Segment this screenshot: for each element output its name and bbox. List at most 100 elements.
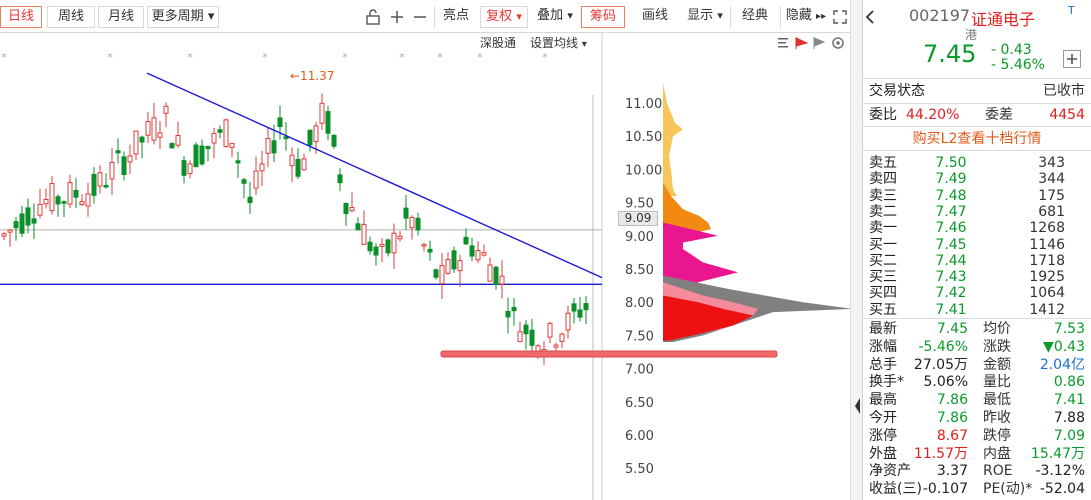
sell-level-row[interactable]: 卖三 7.48 175 xyxy=(869,187,1087,205)
minus-icon[interactable] xyxy=(409,6,431,28)
gear-icon[interactable] xyxy=(832,37,844,49)
l2-link[interactable]: 购买L2查看十档行情 xyxy=(863,128,1091,148)
candle-body xyxy=(565,312,571,331)
diejia-label: 叠加 xyxy=(537,8,564,23)
candle-body xyxy=(493,266,499,286)
candle-body xyxy=(367,241,373,252)
weibi-label: 委比 xyxy=(869,107,897,123)
price-tick-label: 10.50 xyxy=(625,130,662,145)
set-ma-dropdown[interactable]: 设置均线 ▾ xyxy=(530,34,587,51)
stat-value: -52.04 xyxy=(1039,481,1085,498)
double-chevron-right-icon: ▸▸ xyxy=(816,11,827,22)
stat-label: 昨收 xyxy=(983,410,1011,426)
candle-body xyxy=(421,244,427,247)
chevron-down-icon: ▾ xyxy=(717,9,723,22)
chart-toolbar: 日线 周线 月线 更多周期 ▾ 亮点 复权 ▾ 叠加 ▾ 筹码 画线 显示 ▾ xyxy=(0,0,858,33)
xianshi-dropdown[interactable]: 显示 ▾ xyxy=(682,6,728,28)
kline-svg: * * * * * * * * * 11.00 10.50 10.00 9.50 9.00 8.50 8.00… xyxy=(0,33,850,500)
candle-body xyxy=(319,102,325,124)
panel-collapse-handle[interactable] xyxy=(850,0,862,500)
candle-body xyxy=(43,198,49,205)
quote-panel: 002197 证通电子 T 港 7.45 - 0.43 - 5.46% 交易状态… xyxy=(862,0,1091,500)
sell-level-row[interactable]: 卖二 7.47 681 xyxy=(869,203,1087,221)
flag-gray-icon[interactable] xyxy=(813,37,826,49)
flag-red-icon[interactable] xyxy=(795,37,809,49)
prev-stock-icon[interactable] xyxy=(865,10,875,28)
buy-level-row[interactable]: 买一 7.45 1146 xyxy=(869,236,1087,254)
buy-level-row[interactable]: 买四 7.42 1064 xyxy=(869,284,1087,302)
unlock-icon[interactable] xyxy=(362,6,384,28)
stat-label: 跌停 xyxy=(983,427,1011,444)
candle-body xyxy=(103,184,109,188)
stat-row: 最高 7.86 最低 7.41 xyxy=(869,391,1087,409)
current-price-label: 9.09 xyxy=(618,211,658,226)
candle-body xyxy=(235,160,241,164)
jingdian-button[interactable]: 经典 xyxy=(734,6,776,28)
candle-body xyxy=(499,275,505,285)
diejia-dropdown[interactable]: 叠加 ▾ xyxy=(532,6,578,28)
more-period-dropdown[interactable]: 更多周期 ▾ xyxy=(147,6,219,28)
trade-status-value: 已收市 xyxy=(1043,83,1085,99)
candle-body xyxy=(349,206,355,212)
bars-icon[interactable] xyxy=(778,38,788,48)
candle-body xyxy=(331,134,337,147)
liangdian-button[interactable]: 亮点 xyxy=(436,6,476,28)
level-label: 卖五 xyxy=(869,155,897,171)
stat-value: ▼0.43 xyxy=(1043,338,1085,355)
level-label: 买一 xyxy=(869,236,897,253)
event-marker: * xyxy=(437,51,443,64)
stat-value: 7.45 xyxy=(936,321,968,337)
candle-body xyxy=(1,233,7,237)
sell-level-row[interactable]: 卖一 7.46 1268 xyxy=(869,219,1087,237)
chouma-button[interactable]: 筹码 xyxy=(581,6,625,28)
buy-level-row[interactable]: 买二 7.44 1718 xyxy=(869,252,1087,270)
candle-body xyxy=(571,303,577,312)
candle-body xyxy=(487,264,493,282)
stat-value: 5.06% xyxy=(923,374,968,391)
stat-label: 今开 xyxy=(869,410,897,426)
level-volume: 1064 xyxy=(1029,285,1065,302)
huaxian-button[interactable]: 画线 xyxy=(634,6,676,28)
candle-body xyxy=(91,173,97,196)
candle-body xyxy=(49,183,55,212)
stat-row: 涨幅 -5.46% 涨跌 ▼0.43 xyxy=(869,338,1087,356)
stat-row: 净资产 3.37 ROE -3.12% xyxy=(869,462,1087,480)
sell-level-row[interactable]: 卖五 7.50 343 xyxy=(869,154,1087,172)
stat-value: 7.86 xyxy=(936,392,968,409)
candle-body xyxy=(547,322,553,338)
stat-label: 涨跌 xyxy=(983,338,1011,355)
candle-body xyxy=(355,223,361,231)
candle-body xyxy=(583,303,589,311)
candle-body xyxy=(295,158,301,177)
tab-monthly[interactable]: 月线 xyxy=(98,6,144,28)
tab-daily[interactable]: 日线 xyxy=(0,6,42,28)
sell-level-row[interactable]: 卖四 7.49 344 xyxy=(869,170,1087,188)
candle-body xyxy=(451,250,457,270)
candle-body xyxy=(67,182,73,205)
candle-body xyxy=(391,232,397,254)
candle-body xyxy=(217,129,223,133)
candle-body xyxy=(259,163,265,172)
candle-body xyxy=(211,132,217,144)
yincang-button[interactable]: 隐藏 ▸▸ xyxy=(782,6,830,28)
tab-weekly[interactable]: 周线 xyxy=(47,6,95,28)
stock-code: 002197 xyxy=(909,6,971,25)
level-label: 卖二 xyxy=(869,203,897,220)
stat-value: -0.107 xyxy=(922,481,968,498)
expand-icon[interactable] xyxy=(830,6,850,28)
candle-body xyxy=(121,156,127,175)
fuquan-dropdown[interactable]: 复权 ▾ xyxy=(480,6,528,28)
level-label: 卖三 xyxy=(869,187,897,204)
shengutong-button[interactable]: 深股通 xyxy=(480,34,516,51)
buy-level-row[interactable]: 买三 7.43 1925 xyxy=(869,268,1087,286)
buy-level-row[interactable]: 买五 7.41 1412 xyxy=(869,301,1087,319)
candle-body xyxy=(127,155,133,163)
stat-row: 总手 27.05万 金额 2.04亿 xyxy=(869,356,1087,374)
kline-chart[interactable]: * * * * * * * * * 11.00 10.50 10.00 9.50 9.00 8.50 8.00… xyxy=(0,33,858,500)
add-watchlist-button[interactable] xyxy=(1063,50,1081,68)
plus-icon[interactable] xyxy=(386,6,408,28)
candle-body xyxy=(313,125,319,143)
more-period-label: 更多周期 xyxy=(151,9,204,24)
candle-body xyxy=(403,207,409,219)
candle-body xyxy=(115,150,121,154)
